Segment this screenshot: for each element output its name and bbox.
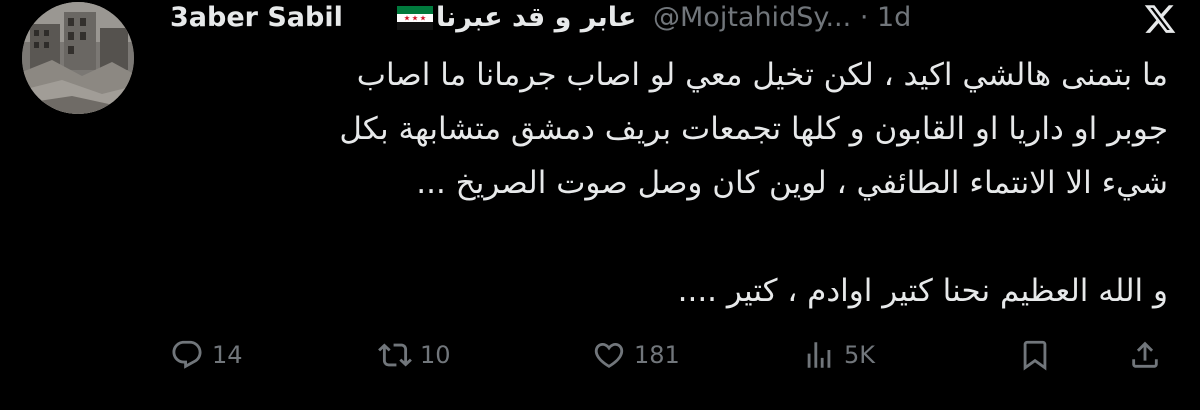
avatar[interactable]: [22, 2, 134, 114]
tweet-card[interactable]: 3aber Sabil عابر و قد عبرنا @MojtahidSy.…: [0, 0, 1200, 410]
like-count: 181: [634, 341, 680, 369]
syrian-revolution-flag-icon: [397, 6, 433, 30]
reply-button[interactable]: 14: [170, 330, 243, 380]
share-button[interactable]: [1128, 330, 1162, 380]
handle[interactable]: @MojtahidSy...: [653, 2, 851, 33]
retweet-button[interactable]: 10: [378, 330, 451, 380]
views-button[interactable]: 5K: [802, 330, 875, 380]
action-bar: 14 10 181 5K: [0, 330, 1200, 380]
bookmark-button[interactable]: [1018, 330, 1052, 380]
reply-count: 14: [212, 341, 243, 369]
tweet-line: و الله العظيم نحنا كتير اوادم ، كتير ...…: [677, 273, 1168, 309]
display-name[interactable]: 3aber Sabil: [170, 0, 343, 36]
reply-icon: [172, 340, 202, 369]
tweet-text: ما بتمنى هالشي اكيد ، لكن تخيل معي لو اص…: [158, 48, 1168, 318]
like-button[interactable]: 181: [592, 330, 680, 380]
views-count: 5K: [844, 341, 876, 369]
avatar-image: [22, 2, 134, 114]
bookmark-icon: [1023, 340, 1047, 371]
heart-icon: [594, 342, 624, 368]
timestamp[interactable]: 1d: [877, 2, 911, 33]
tweet-line: ما بتمنى هالشي اكيد ، لكن تخيل معي لو اص…: [356, 57, 1168, 93]
retweet-icon: [378, 343, 412, 367]
tweet-header: 3aber Sabil عابر و قد عبرنا @MojtahidSy.…: [168, 0, 1188, 40]
display-name-arabic[interactable]: عابر و قد عبرنا: [436, 0, 636, 36]
views-icon: [807, 342, 831, 368]
tweet-line: شيء الا الانتماء الطائفي ، لوين كان وصل …: [416, 165, 1168, 201]
tweet-line: جوبر او داريا او القابون و كلها تجمعات ب…: [339, 111, 1168, 147]
share-icon: [1132, 341, 1158, 368]
separator-dot: ·: [859, 2, 869, 33]
retweet-count: 10: [420, 341, 451, 369]
x-logo-icon[interactable]: [1142, 2, 1178, 36]
handle-and-time[interactable]: @MojtahidSy... · 1d: [653, 0, 911, 36]
